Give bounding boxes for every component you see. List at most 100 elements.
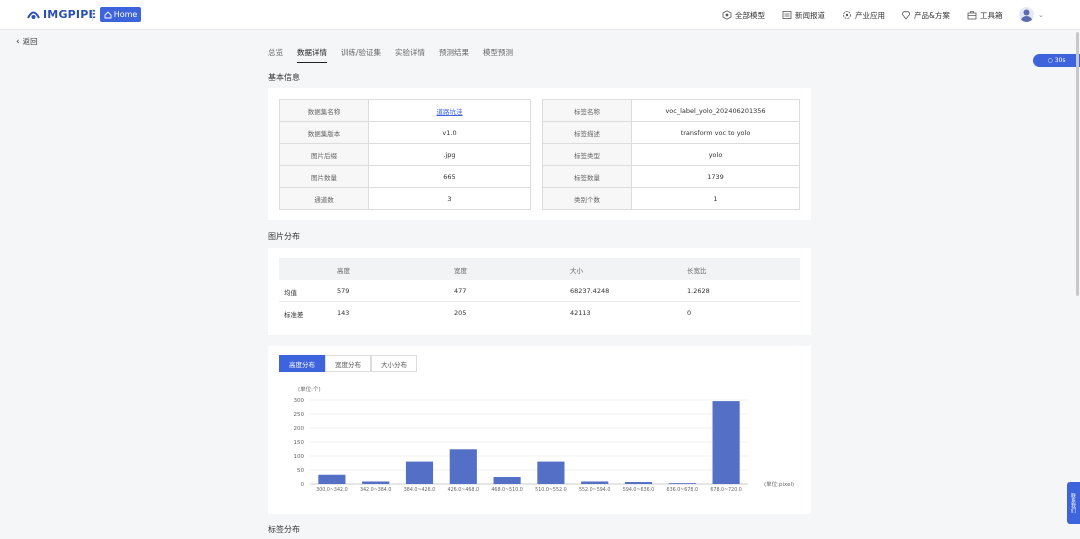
nav-label: 工具箱	[980, 10, 1003, 20]
nav-label: 新闻报道	[795, 10, 825, 20]
search-icon: ○	[1047, 57, 1053, 64]
product-icon	[902, 11, 910, 20]
bar	[668, 483, 696, 484]
table-cell: 42113	[570, 309, 591, 317]
table-row: 数据集版本 v1.0	[279, 121, 531, 144]
logo[interactable]: IMGPIPE	[27, 8, 96, 21]
bar	[493, 477, 521, 484]
row-label: 标准差	[284, 311, 304, 319]
nav-news[interactable]: 新闻报道	[782, 8, 825, 22]
x-tick-label: 510.0~552.0	[535, 487, 566, 493]
y-tick-label: 50	[297, 468, 304, 474]
y-axis-label: (单位:个)	[298, 385, 321, 393]
info-key: 标签名称	[542, 99, 632, 122]
column-header: 宽度	[454, 267, 467, 275]
header-divider	[92, 9, 93, 21]
user-icon	[1020, 9, 1033, 22]
tab-width-dist[interactable]: 宽度分布	[325, 355, 371, 372]
info-value: 3	[368, 187, 531, 210]
table-row: 标准差 143 205 42113 0	[279, 302, 800, 324]
info-value: 665	[368, 165, 531, 188]
nav-products[interactable]: 产品&方案	[901, 8, 950, 22]
x-axis-label: (单位:pixel)	[764, 480, 794, 488]
x-tick-label: 384.0~426.0	[404, 487, 435, 493]
chevron-left-icon: ‹	[16, 36, 20, 47]
y-tick-label: 200	[294, 426, 305, 432]
table-cell: 477	[454, 287, 467, 295]
x-tick-label: 468.0~510.0	[491, 487, 522, 493]
back-link[interactable]: ‹ 返回	[16, 36, 38, 47]
table-row: 标签类型 yolo	[542, 143, 800, 166]
nav-toolbox[interactable]: 工具箱	[967, 8, 1003, 22]
info-key: 标签描述	[542, 121, 632, 144]
y-tick-label: 300	[294, 398, 305, 404]
tab-prediction-results[interactable]: 预测结果	[439, 47, 469, 63]
table-row: 均值 579 477 68237.4248 1.2628	[279, 280, 800, 302]
bar	[712, 401, 740, 484]
logo-icon	[27, 11, 40, 19]
scrollbar[interactable]	[1076, 32, 1079, 296]
y-tick-label: 150	[294, 440, 305, 446]
bar	[318, 474, 346, 484]
chevron-down-icon[interactable]: ⌄	[1038, 11, 1044, 19]
tab-data-detail[interactable]: 数据详情	[297, 47, 327, 63]
tab-train-val[interactable]: 训练/验证集	[341, 47, 381, 63]
info-key: 类别个数	[542, 187, 632, 210]
row-label: 均值	[284, 289, 297, 297]
basic-info-title: 基本信息	[268, 73, 300, 82]
bar	[624, 482, 653, 484]
home-icon	[104, 10, 112, 18]
bar	[537, 461, 565, 484]
x-tick-label: 300.0~342.0	[316, 487, 347, 493]
table-row: 类别个数 1	[542, 187, 800, 210]
y-tick-label: 250	[294, 412, 305, 418]
label-info-table: 标签名称 voc_label_yolo_202406201356 标签描述 tran…	[542, 99, 800, 210]
table-row: 通道数 3	[279, 187, 531, 210]
image-dist-title: 图片分布	[268, 232, 300, 241]
nav-industry[interactable]: 产业应用	[842, 8, 885, 22]
home-button[interactable]: Home	[100, 7, 141, 22]
tab-size-dist[interactable]: 大小分布	[371, 355, 417, 372]
model-icon	[722, 10, 732, 20]
y-tick-label: 0	[301, 482, 305, 488]
table-row: 标签名称 voc_label_yolo_202406201356	[542, 99, 800, 122]
info-key: 数据集版本	[279, 121, 369, 144]
industry-icon	[843, 11, 851, 19]
tab-height-dist[interactable]: 高度分布	[279, 355, 325, 372]
logo-text: IMGPIPE	[43, 8, 97, 21]
dataset-name-link[interactable]: 道路坑洼	[437, 108, 463, 116]
user-avatar[interactable]	[1019, 7, 1034, 22]
table-row: 图片后缀 .jpg	[279, 143, 531, 166]
column-header: 长宽比	[687, 267, 707, 275]
info-value: v1.0	[368, 121, 531, 144]
news-icon	[782, 11, 792, 19]
info-key: 标签数量	[542, 165, 632, 188]
table-cell: 0	[687, 309, 692, 317]
bar	[362, 481, 390, 484]
height-distribution-chart: (单位:个) 0 50 100 150 200 250 300 300.0~342.0 342.0…	[294, 385, 795, 493]
toolbox-icon	[967, 11, 977, 20]
timer-pill[interactable]: ○ 30s	[1033, 54, 1080, 67]
table-cell: 579	[337, 287, 350, 295]
table-cell: 205	[454, 309, 467, 317]
dataset-info-table: 数据集名称 道路坑洼 数据集版本 v1.0 图片后缀 .jpg 图片数量 665 通道数…	[279, 99, 531, 210]
info-value: 1739	[631, 165, 800, 188]
bar	[449, 449, 477, 484]
image-stats-table: 高度 宽度 大小 长宽比 均值 579 477 68237.4248 1.262…	[279, 258, 800, 324]
tab-model-predict[interactable]: 模型预测	[483, 47, 513, 63]
bar	[405, 461, 434, 484]
nav-all-models[interactable]: 全部模型	[722, 8, 765, 22]
info-key: 数据集名称	[279, 99, 369, 122]
table-row: 图片数量 665	[279, 165, 531, 188]
tab-experiment[interactable]: 实验详情	[395, 47, 425, 63]
tab-overview[interactable]: 总览	[268, 47, 283, 63]
table-header: 高度 宽度 大小 长宽比	[279, 258, 800, 280]
info-key: 通道数	[279, 187, 369, 210]
info-value: transform voc to yolo	[631, 121, 800, 144]
column-header: 高度	[337, 267, 350, 275]
detail-tabs: 总览 数据详情 训练/验证集 实验详情 预测结果 模型预测	[268, 47, 527, 63]
column-header: 大小	[570, 267, 583, 275]
contact-us-button[interactable]: 联系我们	[1067, 482, 1080, 524]
x-tick-label: 552.0~594.0	[579, 487, 610, 493]
info-value: voc_label_yolo_202406201356	[631, 99, 800, 122]
